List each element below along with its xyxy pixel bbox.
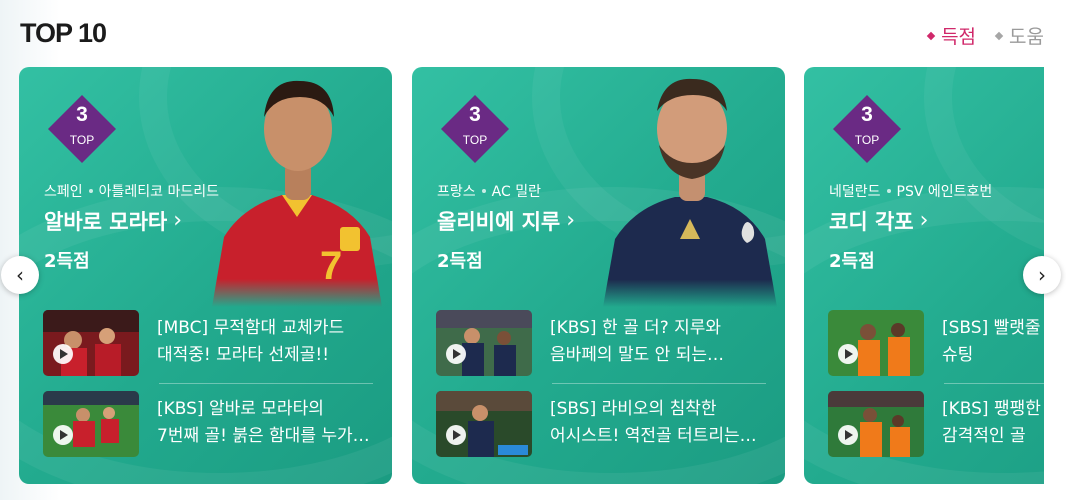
goal-count: 2득점 xyxy=(437,251,483,272)
rank-badge: 3 TOP xyxy=(832,94,902,164)
player-name: 알바로 모라타 xyxy=(44,210,168,234)
team-info: 스페인 아틀레티코 마드리드 xyxy=(44,181,219,201)
rank-badge: 3 TOP xyxy=(47,94,117,164)
play-icon xyxy=(53,425,73,445)
team-info: 네덜란드 PSV 에인트호번 xyxy=(829,181,992,201)
carousel-next-button[interactable]: › xyxy=(1023,256,1061,294)
goal-count: 2득점 xyxy=(829,251,875,272)
clip-title: [SBS] 라비오의 침착한 어시스트! 역전골 터트리는 지루 xyxy=(550,399,740,446)
diamond-icon xyxy=(994,31,1004,40)
clip-title: [SBS] 빨랫줄 샷 원킬 강력한 슈팅 xyxy=(942,318,1044,365)
play-icon xyxy=(838,425,858,445)
carousel-prev-button[interactable]: ‹ xyxy=(1,256,39,294)
clip-divider xyxy=(159,383,373,384)
video-thumbnail xyxy=(43,310,139,376)
club-name: AC 밀란 xyxy=(491,184,541,200)
clip-divider xyxy=(552,383,766,384)
chevron-left-icon: ‹ xyxy=(16,263,24,287)
rank-label: TOP xyxy=(462,133,488,147)
country-name: 프랑스 xyxy=(437,184,476,200)
sort-tab-assists[interactable]: 도움 xyxy=(994,22,1044,49)
rank-label: TOP xyxy=(69,133,95,147)
thumbnail-art xyxy=(436,310,532,376)
thumbnail-art xyxy=(43,391,139,457)
country-name: 네덜란드 xyxy=(829,184,881,200)
rank-number: 3 xyxy=(861,103,873,126)
video-clip[interactable]: [SBS] 빨랫줄 샷 원킬 강력한 슈팅 xyxy=(828,310,1044,376)
sort-tab-goals[interactable]: 득점 xyxy=(926,22,977,49)
sort-tab-label: 도움 xyxy=(1009,26,1044,48)
separator-dot xyxy=(481,189,486,193)
chevron-right-icon: › xyxy=(566,208,576,233)
svg-text:7: 7 xyxy=(320,244,342,288)
clip-divider xyxy=(944,383,1044,384)
goal-count: 2득점 xyxy=(44,251,90,272)
clip-title: [KBS] 알바로 모라타의 7번째 골! 붉은 함대를 누가 막을 수 있을까… xyxy=(157,399,353,446)
video-thumbnail xyxy=(436,310,532,376)
thumbnail-art xyxy=(43,310,139,376)
player-name-link[interactable]: 올리비에 지루 › xyxy=(437,206,575,236)
club-name: 아틀레티코 마드리드 xyxy=(98,184,220,200)
section-header: TOP 10 득점 도움 xyxy=(20,18,1044,52)
video-thumbnail xyxy=(436,391,532,457)
video-clip[interactable]: [KBS] 한 골 더? 지루와 음바페의 말도 안 되는 콤비네이션 xyxy=(436,310,776,376)
thumbnail-art xyxy=(436,391,532,457)
video-thumbnail xyxy=(828,391,924,457)
country-name: 스페인 xyxy=(44,184,83,200)
rank-label: TOP xyxy=(854,133,880,147)
team-info: 프랑스 AC 밀란 xyxy=(437,181,541,201)
video-clip[interactable]: [KBS] 팽팽한 네덜란드의 감격적인 골 xyxy=(828,391,1044,457)
clip-title: [KBS] 팽팽한 네덜란드의 감격적인 골 xyxy=(942,399,1044,446)
carousel-viewport: 7 3 TOP 스페인 아틀레티코 마드리드 알바로 모라타 › 2득점 [MB… xyxy=(19,67,1044,485)
player-photo-art: 7 xyxy=(212,80,382,307)
video-thumbnail xyxy=(828,310,924,376)
player-card: 3 TOP 프랑스 AC 밀란 올리비에 지루 › 2득점 [KBS] 한 골 … xyxy=(412,67,785,484)
play-icon xyxy=(446,425,466,445)
player-name-link[interactable]: 알바로 모라타 › xyxy=(44,206,182,236)
player-card: 3 TOP 네덜란드 PSV 에인트호번 코디 각포 › 2득점 [SBS] 빨… xyxy=(804,67,1044,484)
chevron-right-icon: › xyxy=(1038,263,1046,287)
rank-badge: 3 TOP xyxy=(440,94,510,164)
rank-number: 3 xyxy=(76,103,88,126)
video-clip[interactable]: [KBS] 알바로 모라타의 7번째 골! 붉은 함대를 누가 막을 수 있을까… xyxy=(43,391,383,457)
carousel-track: 7 3 TOP 스페인 아틀레티코 마드리드 알바로 모라타 › 2득점 [MB… xyxy=(19,67,1044,485)
diamond-icon xyxy=(926,31,936,40)
player-photo-art xyxy=(603,78,777,307)
player-name-link[interactable]: 코디 각포 › xyxy=(829,206,928,236)
video-clip[interactable]: [MBC] 무적함대 교체카드 대적중! 모라타 선제골!! xyxy=(43,310,383,376)
play-icon xyxy=(838,344,858,364)
chevron-right-icon: › xyxy=(919,208,929,233)
clip-title: [MBC] 무적함대 교체카드 대적중! 모라타 선제골!! xyxy=(157,318,345,365)
separator-dot xyxy=(88,189,93,193)
rank-number: 3 xyxy=(469,103,481,126)
player-name: 코디 각포 xyxy=(829,210,914,234)
video-clip[interactable]: [SBS] 라비오의 침착한 어시스트! 역전골 터트리는 지루 xyxy=(436,391,776,457)
section-title: TOP 10 xyxy=(20,18,107,48)
player-photo: 7 xyxy=(202,67,392,307)
video-thumbnail xyxy=(43,391,139,457)
clip-title: [KBS] 한 골 더? 지루와 음바페의 말도 안 되는 콤비네이션 xyxy=(550,318,722,365)
player-card: 7 3 TOP 스페인 아틀레티코 마드리드 알바로 모라타 › 2득점 [MB… xyxy=(19,67,392,484)
sort-tab-label: 득점 xyxy=(941,26,977,48)
club-name: PSV 에인트호번 xyxy=(896,184,993,200)
chevron-right-icon: › xyxy=(173,208,183,233)
thumbnail-art xyxy=(828,391,924,457)
play-icon xyxy=(53,344,73,364)
separator-dot xyxy=(886,189,891,193)
player-name: 올리비에 지루 xyxy=(437,210,561,234)
thumbnail-art xyxy=(828,310,924,376)
sort-tabs: 득점 도움 xyxy=(926,22,1044,49)
player-photo xyxy=(595,67,785,307)
play-icon xyxy=(446,344,466,364)
